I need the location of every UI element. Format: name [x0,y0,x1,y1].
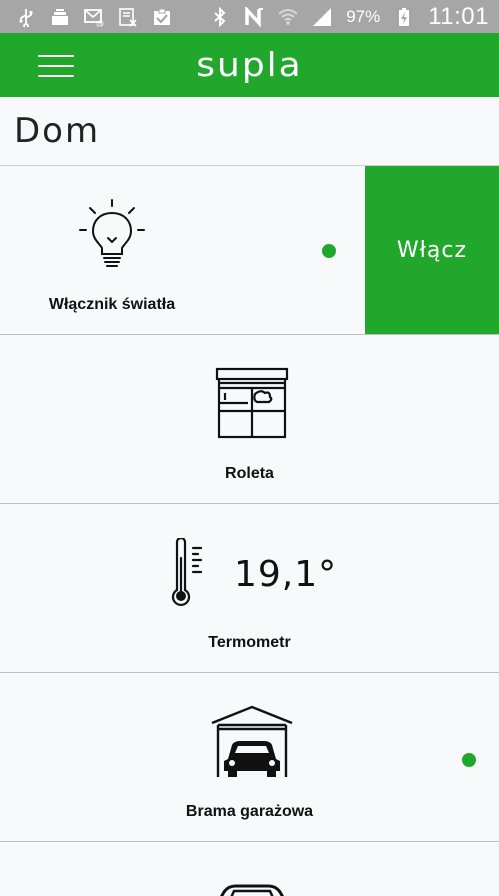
light-bulb-icon [78,198,146,270]
clipboard-check-icon [152,7,172,27]
signal-icon [312,7,332,27]
thermometer-icon [168,536,210,614]
status-bar-system: 97% 11:01 [210,3,489,31]
channel-label: Włącznik światła [48,296,176,313]
turn-on-button[interactable]: Włącz [365,166,499,334]
channel-label: Termometr [208,634,291,651]
channel-label: Roleta [225,465,274,482]
mail-icon: @ [84,7,104,27]
channel-thermometer[interactable]: 19,1° Termometr [0,504,499,673]
garage-icon [210,705,294,779]
status-dot [322,244,336,258]
car-icon [210,874,294,896]
channel-light-switch[interactable]: Włącznik światła Włącz [0,166,499,335]
usb-icon [16,7,36,27]
nfc-icon [244,6,264,27]
channel-label: Brama garażowa [185,803,314,820]
stack-icon [50,7,70,27]
hamburger-menu-icon[interactable] [38,55,74,77]
status-dot [462,753,476,767]
sms-icon [118,7,138,27]
location-header[interactable]: Dom [0,97,499,166]
temperature-value: 19,1° [234,554,338,595]
clock: 11:01 [428,2,489,30]
app-bar: supla [0,33,499,97]
battery-percent: 97% [346,6,381,26]
wifi-icon [278,7,298,27]
status-bar-notifications: @ [16,7,172,27]
battery-charging-icon [394,7,414,27]
channel-partial[interactable] [0,842,499,896]
status-bar: @ 97% 11:01 [0,0,499,33]
channel-garage-gate[interactable]: Brama garażowa [0,673,499,842]
app-title: supla [196,46,303,84]
roller-shutter-icon [215,367,289,441]
bluetooth-icon [210,6,230,27]
location-title: Dom [14,111,101,151]
channel-roller-shutter[interactable]: Roleta [0,335,499,595]
svg-text:@: @ [96,19,104,27]
channel-list: Włącznik światła Włącz Roleta 19,1° Term… [0,166,499,896]
